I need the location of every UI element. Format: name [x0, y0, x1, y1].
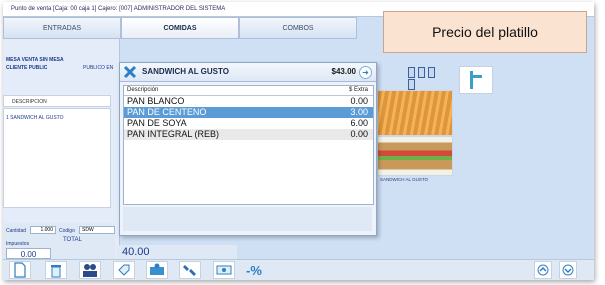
quantity-box: Cantidad 1.000 Codigo SDW Impuestos TOTA…: [3, 223, 115, 263]
tools-icon[interactable]: [179, 261, 201, 279]
customers-icon[interactable]: [79, 261, 101, 279]
order-list[interactable]: 1 SANDWICH AL GUSTO: [3, 108, 111, 208]
view-toggle-buttons[interactable]: [408, 67, 448, 91]
option-row-selected[interactable]: PAN DE CENTENO 3.00: [124, 107, 373, 118]
dialog-price: $43.00: [331, 67, 356, 76]
detail-view-icon[interactable]: [428, 67, 435, 78]
tag-icon[interactable]: [113, 261, 135, 279]
cash-icon[interactable]: [213, 261, 235, 279]
order-item[interactable]: 1 SANDWICH AL GUSTO: [6, 115, 64, 121]
option-name: PAN BLANCO: [127, 96, 185, 106]
option-name: PAN DE SOYA: [127, 118, 187, 128]
dialog-footer: [123, 207, 372, 231]
price-callout: Precio del platillo: [383, 11, 587, 53]
settings-panel-icon[interactable]: [459, 66, 493, 94]
trash-icon[interactable]: [45, 261, 67, 279]
new-document-icon[interactable]: [9, 261, 31, 279]
option-extra: 3.00: [350, 107, 368, 117]
tab-comidas[interactable]: COMIDAS: [121, 17, 239, 39]
total-label: TOTAL: [63, 237, 82, 243]
compact-view-icon[interactable]: [408, 79, 415, 90]
client-label: CLIENTE PUBLIC: [6, 65, 48, 71]
client-value[interactable]: PUBLICO EN: [83, 65, 113, 71]
option-name: PAN INTEGRAL (REB): [127, 129, 220, 139]
discount-button[interactable]: -%: [243, 261, 265, 279]
option-extra: 0.00: [350, 96, 368, 106]
scroll-down-icon[interactable]: [559, 261, 577, 279]
col-description-header: Descripción: [127, 87, 159, 93]
tab-combos[interactable]: COMBOS: [239, 17, 357, 39]
payment-icon[interactable]: [146, 261, 168, 279]
arrow-right-icon[interactable]: ➜: [359, 66, 372, 79]
cantidad-label: Cantidad: [6, 228, 27, 234]
discount-icon: -%: [246, 262, 262, 278]
total-value: 40.00: [122, 246, 150, 258]
cantidad-field[interactable]: 1.000: [30, 226, 56, 234]
bottom-toolbar: -%: [3, 259, 594, 280]
list-view-icon[interactable]: [418, 67, 425, 78]
option-name: PAN DE CENTENO: [127, 107, 207, 117]
close-icon[interactable]: [123, 65, 137, 79]
codigo-field[interactable]: SDW: [79, 226, 115, 234]
options-list-header: Descripción $ Extra: [124, 86, 373, 96]
scroll-up-icon[interactable]: [534, 261, 552, 279]
order-desc-header: DESCRIPCION: [3, 95, 111, 107]
col-extra-header: $ Extra: [348, 87, 368, 93]
options-list[interactable]: Descripción $ Extra PAN BLANCO 0.00 PAN …: [123, 85, 374, 205]
dialog-title: SANDWICH AL GUSTO: [142, 67, 229, 76]
product-options-dialog: SANDWICH AL GUSTO $43.00 ➜ Descripción $…: [119, 62, 377, 236]
codigo-label: Codigo: [59, 228, 75, 234]
impuestos-label: Impuestos: [6, 241, 30, 247]
tab-entradas[interactable]: ENTRADAS: [3, 17, 121, 39]
option-row[interactable]: PAN BLANCO 0.00: [124, 96, 373, 107]
food-tile-sandwich[interactable]: SANDWICH AL GUSTO: [377, 136, 453, 182]
dialog-header: SANDWICH AL GUSTO $43.00 ➜: [120, 63, 376, 82]
option-extra: 6.00: [350, 118, 368, 128]
option-extra: 0.00: [350, 129, 368, 139]
table-label: MESA VENTA SIN MESA: [6, 57, 64, 63]
food-tile-label: SANDWICH AL GUSTO: [380, 177, 429, 182]
grid-view-icon[interactable]: [408, 67, 415, 78]
option-row[interactable]: PAN INTEGRAL (REB) 0.00: [124, 129, 373, 140]
option-row[interactable]: PAN DE SOYA 6.00: [124, 118, 373, 129]
food-tile-papas[interactable]: PAPAS A LA FRANCESA REG.: [377, 90, 453, 142]
impuestos-field: 0.00: [6, 248, 51, 259]
